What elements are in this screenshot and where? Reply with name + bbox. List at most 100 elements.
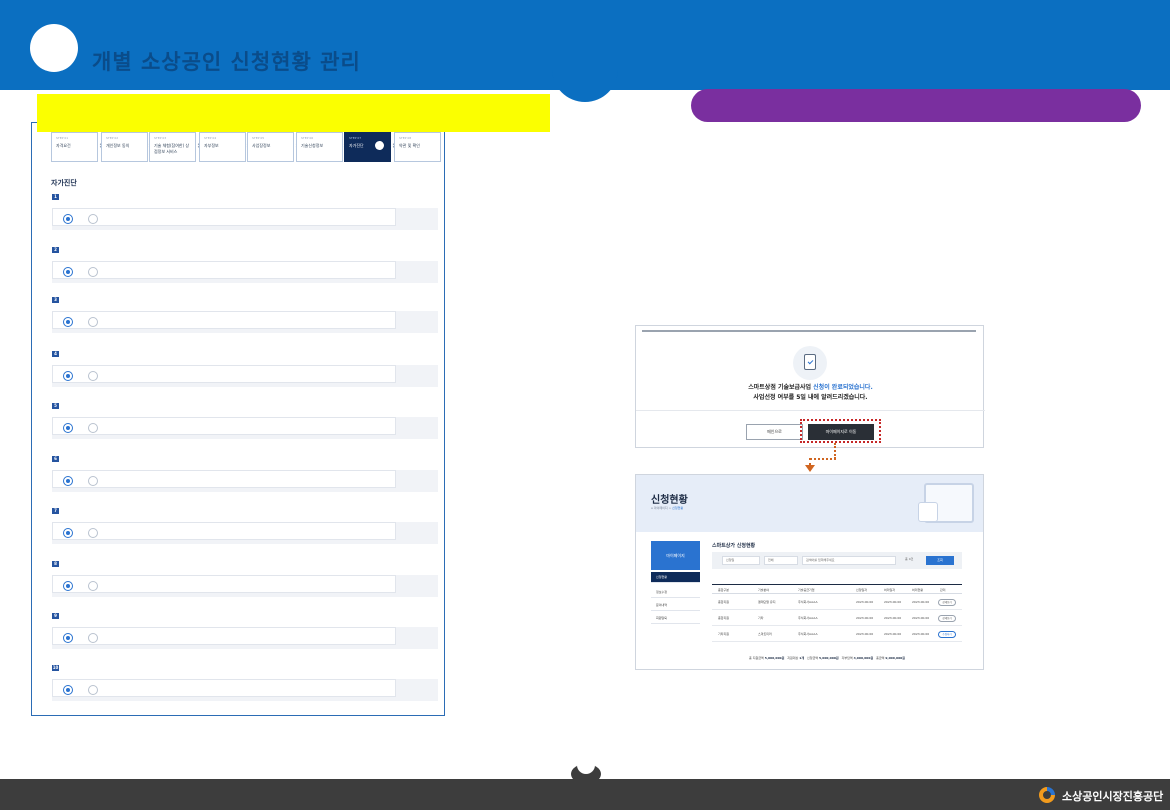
- step-5[interactable]: STEP 05 사업장정보: [247, 132, 294, 162]
- radio-no[interactable]: [88, 371, 98, 381]
- status-select[interactable]: 전체: [764, 556, 798, 565]
- table-cell: 2023.00.00: [884, 616, 902, 620]
- total-value: 1개: [799, 656, 805, 660]
- radio-yes[interactable]: [63, 581, 73, 591]
- sidebar-item-edit[interactable]: 정보수정: [651, 587, 700, 598]
- question-number: 5: [52, 403, 59, 409]
- radio-yes[interactable]: [63, 423, 73, 433]
- radio-no[interactable]: [88, 317, 98, 327]
- step-number: STEP 06: [301, 136, 314, 140]
- application-status-screen: 신청현황 ⌂ 마이페이지 > 신청현황 마이페이지 신청현황 정보수정 문의내역…: [635, 474, 984, 670]
- detail-button[interactable]: 상세보기: [938, 615, 956, 622]
- application-complete-screen: 스마트상점 기술보급사업 신청이 완료되었습니다. 사업선정 여부를 5일 내에…: [635, 325, 985, 448]
- radio-no[interactable]: [88, 267, 98, 277]
- step-6[interactable]: STEP 06 기술신청정보: [296, 132, 343, 162]
- table-row: 종합지원 기타 주식회사AAAA 2023.00.00 2023.00.00 2…: [712, 611, 962, 626]
- highlight-outline: [800, 419, 881, 443]
- radio-yes[interactable]: [63, 214, 73, 224]
- table-cell: 2023.00.00: [884, 632, 902, 636]
- step-1[interactable]: STEP 01 자격요건: [51, 132, 98, 162]
- radio-yes[interactable]: [63, 476, 73, 486]
- table-cell: 기타지원: [718, 632, 730, 636]
- question-number: 1: [52, 194, 59, 200]
- column-header: 처리일자: [884, 588, 896, 592]
- radio-no[interactable]: [88, 476, 98, 486]
- radio-no[interactable]: [88, 423, 98, 433]
- table-cell: 주식회사AAAA: [798, 632, 818, 636]
- radio-yes[interactable]: [63, 317, 73, 327]
- radio-no[interactable]: [88, 214, 98, 224]
- main-button[interactable]: 메인으로: [746, 424, 803, 440]
- question-item: 8: [52, 561, 438, 599]
- connector-line: [810, 458, 836, 460]
- status-title: 신청현황: [651, 495, 688, 506]
- table-cell: 2023.00.00: [912, 632, 930, 636]
- radio-yes[interactable]: [63, 528, 73, 538]
- status-heading: 스마트상가 신청현황: [712, 543, 756, 549]
- table-cell: 2023.00.00: [884, 600, 902, 604]
- step-3[interactable]: STEP 03 기술 체험(참여한) 상점정보 서비스: [149, 132, 196, 162]
- step-label: 약관 및 확인: [399, 143, 420, 148]
- breadcrumb-item[interactable]: 신청현황: [672, 506, 683, 510]
- complete-message-sub: 사업선정 여부를 5일 내에 알려드리겠습니다.: [753, 394, 868, 401]
- slide-page: 개별 소상공인 신청현황 관리 STEP 01 자격요건 STEP 02 개인정보 …: [0, 0, 1170, 810]
- sidebar-item-inquiry[interactable]: 문의내역: [651, 600, 700, 611]
- document-illustration-icon: [918, 502, 938, 522]
- radio-no[interactable]: [88, 633, 98, 643]
- sidebar-item-withdraw[interactable]: 회원탈퇴: [651, 613, 700, 624]
- radio-yes[interactable]: [63, 267, 73, 277]
- sidebar-item-status[interactable]: 신청현황: [651, 572, 700, 583]
- question-item: 2: [52, 247, 438, 285]
- radio-no[interactable]: [88, 581, 98, 591]
- answer-box: [52, 208, 396, 226]
- top-rule: [642, 330, 976, 332]
- column-header: 기술분야: [758, 588, 770, 592]
- org-name: 소상공인시장진흥공단: [1062, 790, 1164, 803]
- answer-box: [52, 522, 396, 540]
- step-8[interactable]: STEP 08 약관 및 확인: [394, 132, 441, 162]
- detail-button[interactable]: 상세보기: [938, 599, 956, 606]
- sidebar-header: 마이페이지: [651, 541, 700, 570]
- table-cell: 2023.00.00: [856, 600, 874, 604]
- divider: [636, 410, 985, 411]
- step-number: STEP 02: [106, 136, 119, 140]
- radio-yes[interactable]: [63, 371, 73, 381]
- section-title: 자가진단: [51, 179, 77, 187]
- connector-line: [809, 458, 811, 465]
- step-2[interactable]: STEP 02 개인정보 동의: [101, 132, 148, 162]
- answer-box: [52, 311, 396, 329]
- column-header: 관리: [940, 588, 946, 592]
- step-4[interactable]: STEP 04 자부정보: [199, 132, 246, 162]
- question-item: 1: [52, 194, 438, 232]
- answer-box: [52, 679, 396, 697]
- total-label: 총 지원금액: [749, 656, 764, 660]
- question-number: 10: [52, 665, 59, 671]
- step-label: 자격요건: [56, 143, 71, 148]
- search-button[interactable]: 조회: [926, 556, 954, 565]
- message-highlight: 신청이 완료되었습니다.: [813, 384, 873, 391]
- question-number: 9: [52, 613, 59, 619]
- table-cell: 스마트미러: [758, 632, 772, 636]
- step-number: STEP 05: [252, 136, 265, 140]
- search-input[interactable]: 검색어를 입력해주세요: [802, 556, 896, 565]
- table-cell: 주식회사AAAA: [798, 616, 818, 620]
- column-header: 처리현황: [912, 588, 924, 592]
- table-cell: 종합지원: [718, 600, 730, 604]
- step-label: 기술 체험(참여한) 상점정보 서비스: [154, 143, 190, 154]
- radio-yes[interactable]: [63, 633, 73, 643]
- question-item: 7: [52, 508, 438, 546]
- breadcrumb-item[interactable]: 마이페이지: [654, 506, 668, 510]
- date-select[interactable]: 신청일: [722, 556, 760, 565]
- step-7-active[interactable]: STEP 07 자가진단: [344, 132, 391, 162]
- radio-no[interactable]: [88, 685, 98, 695]
- edit-button[interactable]: 수정하기: [938, 631, 956, 638]
- table-cell: 2023.00.00: [856, 616, 874, 620]
- total-label: 총금액: [876, 656, 885, 660]
- table-row: 종합지원 결제단말 유지 주식회사AAAA 2023.00.00 2023.00…: [712, 595, 962, 610]
- radio-yes[interactable]: [63, 685, 73, 695]
- total-label: 신청금액: [807, 656, 819, 660]
- total-value: 5,000,000원: [819, 656, 839, 660]
- page-title: 개별 소상공인 신청현황 관리: [92, 50, 361, 74]
- radio-no[interactable]: [88, 528, 98, 538]
- question-item: 6: [52, 456, 438, 494]
